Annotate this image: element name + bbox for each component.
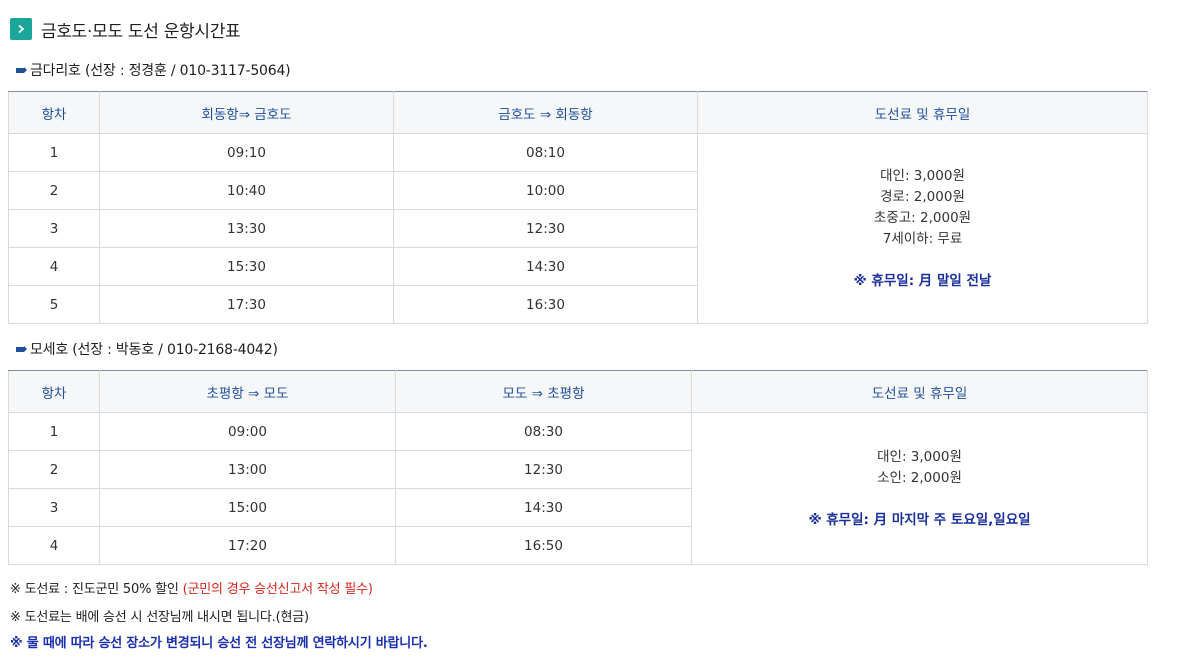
table-row: 1 09:00 08:30 대인: 3,000원 소인: 2,000원 ※ 휴무… [8,412,1148,565]
outbound-time: 13:30 [99,209,394,248]
vessel-heading-geumdari: 금다리호 (선장 : 정경훈 / 010-3117-5064) [16,59,291,81]
column-header-outbound: 회동항⇒ 금호도 [99,91,394,134]
return-time: 16:30 [393,285,698,324]
chevron-right-icon [10,18,32,40]
page-title: 금호도·모도 도선 운항시간표 [41,21,241,42]
column-header-outbound: 초평항 ⇒ 모도 [99,370,396,413]
fare-discount-note: ※ 도선료 : 진도군민 50% 할인 (군민의 경우 승선신고서 작성 필수) [10,578,373,597]
timetable-mose: 항차 초평항 ⇒ 모도 모도 ⇒ 초평항 도선료 및 휴무일 1 09:00 0… [8,370,1148,565]
fare-discount-text: ※ 도선료 : 진도군민 50% 할인 [10,582,183,597]
column-header-return: 모도 ⇒ 초평항 [395,370,692,413]
return-time: 08:30 [395,412,692,451]
trip-number: 1 [8,412,100,451]
return-time: 12:30 [395,450,692,489]
fare-line: 초중고: 2,000원 [873,209,972,226]
outbound-time: 13:00 [99,450,396,489]
page-title-row: 금호도·모도 도선 운항시간표 [10,16,241,42]
fare-line: 대인: 3,000원 [880,167,965,184]
return-time: 16:50 [395,526,692,565]
outbound-time: 09:10 [99,133,394,172]
fare-line: 소인: 2,000원 [877,469,962,486]
return-time: 12:30 [393,209,698,248]
vessel-label: 모세호 (선장 : 박동호 / 010-2168-4042) [30,342,278,358]
trip-number: 2 [8,171,100,210]
outbound-time: 15:30 [99,247,394,286]
trip-number: 3 [8,209,100,248]
table-header-row: 항차 회동항⇒ 금호도 금호도 ⇒ 회동항 도선료 및 휴무일 [8,91,1148,134]
column-header-return: 금호도 ⇒ 회동항 [393,91,698,134]
trip-number: 3 [8,488,100,527]
return-time: 10:00 [393,171,698,210]
fare-and-holiday-cell: 대인: 3,000원 소인: 2,000원 ※ 휴무일: 月 마지막 주 토요일… [691,412,1148,565]
arrow-bullet-icon [16,66,27,73]
outbound-time: 09:00 [99,412,396,451]
trip-number: 4 [8,526,100,565]
outbound-time: 15:00 [99,488,396,527]
arrow-bullet-icon [16,345,27,352]
resident-requirement-text: (군민의 경우 승선신고서 작성 필수) [182,582,373,597]
column-header-fare: 도선료 및 휴무일 [691,370,1148,413]
column-header-trip: 항차 [8,370,100,413]
return-time: 14:30 [393,247,698,286]
tide-location-note: ※ 물 때에 따라 승선 장소가 변경되니 승선 전 선장님께 연락하시기 바랍… [10,636,428,651]
trip-number: 1 [8,133,100,172]
table-row: 1 09:10 08:10 대인: 3,000원 경로: 2,000원 초중고:… [8,133,1148,324]
outbound-time: 10:40 [99,171,394,210]
payment-note: ※ 도선료는 배에 승선 시 선장님께 내시면 됩니다.(현금) [10,610,309,625]
ferry-timetable-page: 금호도·모도 도선 운항시간표 금다리호 (선장 : 정경훈 / 010-311… [0,0,1180,666]
trip-number: 5 [8,285,100,324]
fare-line: 대인: 3,000원 [877,448,962,465]
outbound-time: 17:30 [99,285,394,324]
holiday-notice: ※ 휴무일: 月 마지막 주 토요일,일요일 [808,511,1031,528]
column-header-trip: 항차 [8,91,100,134]
table-header-row: 항차 초평항 ⇒ 모도 모도 ⇒ 초평항 도선료 및 휴무일 [8,370,1148,413]
vessel-heading-mose: 모세호 (선장 : 박동호 / 010-2168-4042) [16,338,278,360]
outbound-time: 17:20 [99,526,396,565]
trip-number: 4 [8,247,100,286]
trip-number: 2 [8,450,100,489]
column-header-fare: 도선료 및 휴무일 [697,91,1148,134]
fare-and-holiday-cell: 대인: 3,000원 경로: 2,000원 초중고: 2,000원 7세이하: … [697,133,1148,324]
timetable-geumdari: 항차 회동항⇒ 금호도 금호도 ⇒ 회동항 도선료 및 휴무일 1 09:10 … [8,91,1148,324]
return-time: 08:10 [393,133,698,172]
fare-line: 7세이하: 무료 [882,230,963,247]
return-time: 14:30 [395,488,692,527]
holiday-notice: ※ 휴무일: 月 말일 전날 [853,272,992,289]
fare-line: 경로: 2,000원 [880,188,965,205]
vessel-label: 금다리호 (선장 : 정경훈 / 010-3117-5064) [30,63,291,79]
